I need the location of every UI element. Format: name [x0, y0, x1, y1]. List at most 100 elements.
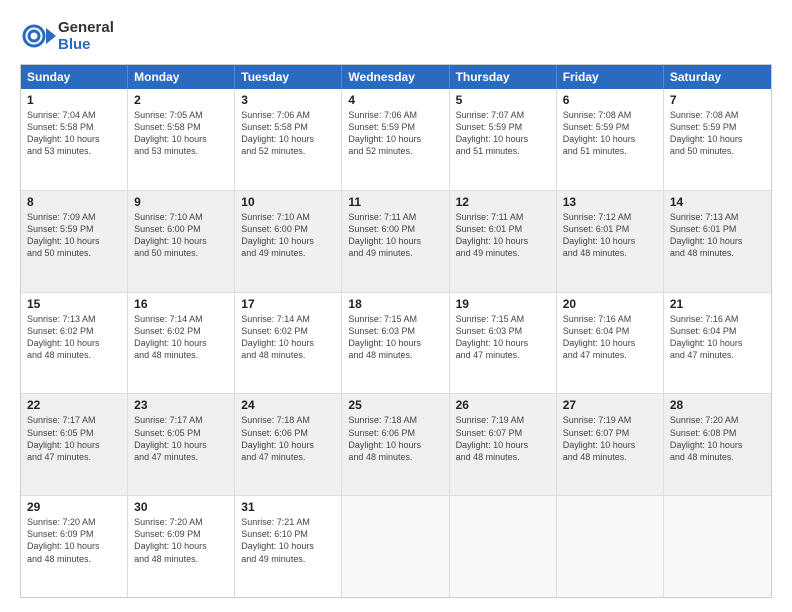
cell-line: and 48 minutes. — [241, 349, 335, 361]
day-number: 24 — [241, 398, 335, 412]
cell-line: Sunrise: 7:06 AM — [241, 109, 335, 121]
cell-line: and 47 minutes. — [563, 349, 657, 361]
cell-line: Sunrise: 7:17 AM — [134, 414, 228, 426]
cell-line: Sunrise: 7:16 AM — [670, 313, 765, 325]
day-number: 7 — [670, 93, 765, 107]
cell-line: Sunset: 6:10 PM — [241, 528, 335, 540]
cal-cell-21-2-6: 21Sunrise: 7:16 AMSunset: 6:04 PMDayligh… — [664, 293, 771, 394]
cell-line: Sunrise: 7:10 AM — [134, 211, 228, 223]
cell-line: Daylight: 10 hours — [27, 337, 121, 349]
cell-line: and 48 minutes. — [134, 349, 228, 361]
cell-line: Sunrise: 7:15 AM — [456, 313, 550, 325]
header-day-wednesday: Wednesday — [342, 65, 449, 89]
day-number: 6 — [563, 93, 657, 107]
cell-line: Sunrise: 7:14 AM — [241, 313, 335, 325]
cal-cell-5-0-4: 5Sunrise: 7:07 AMSunset: 5:59 PMDaylight… — [450, 89, 557, 190]
cal-cell-14-1-6: 14Sunrise: 7:13 AMSunset: 6:01 PMDayligh… — [664, 191, 771, 292]
cal-cell-23-3-1: 23Sunrise: 7:17 AMSunset: 6:05 PMDayligh… — [128, 394, 235, 495]
cell-line: and 50 minutes. — [134, 247, 228, 259]
calendar-row-1: 8Sunrise: 7:09 AMSunset: 5:59 PMDaylight… — [21, 190, 771, 292]
calendar-row-3: 22Sunrise: 7:17 AMSunset: 6:05 PMDayligh… — [21, 393, 771, 495]
cal-cell-19-2-4: 19Sunrise: 7:15 AMSunset: 6:03 PMDayligh… — [450, 293, 557, 394]
cell-line: and 51 minutes. — [456, 145, 550, 157]
cell-line: Daylight: 10 hours — [456, 235, 550, 247]
cell-line: Sunset: 6:02 PM — [134, 325, 228, 337]
cell-line: and 48 minutes. — [348, 451, 442, 463]
cal-cell-17-2-2: 17Sunrise: 7:14 AMSunset: 6:02 PMDayligh… — [235, 293, 342, 394]
cell-line: Sunset: 5:59 PM — [348, 121, 442, 133]
cal-cell-18-2-3: 18Sunrise: 7:15 AMSunset: 6:03 PMDayligh… — [342, 293, 449, 394]
day-number: 1 — [27, 93, 121, 107]
cell-line: and 48 minutes. — [27, 349, 121, 361]
day-number: 3 — [241, 93, 335, 107]
header-day-tuesday: Tuesday — [235, 65, 342, 89]
day-number: 28 — [670, 398, 765, 412]
day-number: 12 — [456, 195, 550, 209]
day-number: 19 — [456, 297, 550, 311]
cal-cell-6-0-5: 6Sunrise: 7:08 AMSunset: 5:59 PMDaylight… — [557, 89, 664, 190]
cell-line: Sunrise: 7:10 AM — [241, 211, 335, 223]
day-number: 16 — [134, 297, 228, 311]
cell-line: Sunset: 5:58 PM — [27, 121, 121, 133]
cell-line: Daylight: 10 hours — [27, 133, 121, 145]
cell-line: and 48 minutes. — [134, 553, 228, 565]
cell-line: and 49 minutes. — [456, 247, 550, 259]
cell-line: and 48 minutes. — [563, 247, 657, 259]
cal-cell-29-4-0: 29Sunrise: 7:20 AMSunset: 6:09 PMDayligh… — [21, 496, 128, 597]
cell-line: Daylight: 10 hours — [670, 439, 765, 451]
cell-line: Sunrise: 7:15 AM — [348, 313, 442, 325]
cell-line: Daylight: 10 hours — [134, 235, 228, 247]
calendar-row-4: 29Sunrise: 7:20 AMSunset: 6:09 PMDayligh… — [21, 495, 771, 597]
cell-line: and 47 minutes. — [241, 451, 335, 463]
cell-line: Daylight: 10 hours — [27, 540, 121, 552]
cell-line: and 52 minutes. — [241, 145, 335, 157]
cell-line: Daylight: 10 hours — [241, 133, 335, 145]
cell-line: Sunset: 6:00 PM — [241, 223, 335, 235]
cal-cell-8-1-0: 8Sunrise: 7:09 AMSunset: 5:59 PMDaylight… — [21, 191, 128, 292]
cell-line: Daylight: 10 hours — [134, 133, 228, 145]
header: General Blue — [20, 18, 772, 54]
cal-cell-10-1-2: 10Sunrise: 7:10 AMSunset: 6:00 PMDayligh… — [235, 191, 342, 292]
cell-line: and 49 minutes. — [348, 247, 442, 259]
cell-line: Sunset: 6:01 PM — [670, 223, 765, 235]
cell-line: Sunset: 6:02 PM — [27, 325, 121, 337]
cal-cell-9-1-1: 9Sunrise: 7:10 AMSunset: 6:00 PMDaylight… — [128, 191, 235, 292]
cell-line: and 48 minutes. — [27, 553, 121, 565]
day-number: 27 — [563, 398, 657, 412]
cal-cell-31-4-2: 31Sunrise: 7:21 AMSunset: 6:10 PMDayligh… — [235, 496, 342, 597]
header-day-monday: Monday — [128, 65, 235, 89]
cell-line: and 53 minutes. — [27, 145, 121, 157]
cal-cell-4-0-3: 4 Sunrise: 7:06 AMSunset: 5:59 PMDaylight… — [342, 89, 449, 190]
cal-cell-empty-4-4 — [450, 496, 557, 597]
cell-line: Sunrise: 7:14 AM — [134, 313, 228, 325]
day-number: 11 — [348, 195, 442, 209]
day-number: 2 — [134, 93, 228, 107]
day-number: 4 — [348, 93, 442, 107]
cell-line: Daylight: 10 hours — [241, 439, 335, 451]
cell-line: Sunset: 6:09 PM — [27, 528, 121, 540]
cell-line: Daylight: 10 hours — [241, 337, 335, 349]
day-number: 13 — [563, 195, 657, 209]
cell-line: Daylight: 10 hours — [348, 133, 442, 145]
cell-line: and 49 minutes. — [241, 247, 335, 259]
cal-cell-3-0-2: 3 Sunrise: 7:06 AMSunset: 5:58 PMDaylight… — [235, 89, 342, 190]
cell-line: and 49 minutes. — [241, 553, 335, 565]
cell-line: Sunrise: 7:04 AM — [27, 109, 121, 121]
cell-line: and 48 minutes. — [670, 247, 765, 259]
cell-line: Sunset: 5:59 PM — [670, 121, 765, 133]
cell-line: Sunrise: 7:20 AM — [134, 516, 228, 528]
cal-cell-7-0-6: 7Sunrise: 7:08 AMSunset: 5:59 PMDaylight… — [664, 89, 771, 190]
cell-line: Sunset: 5:58 PM — [241, 121, 335, 133]
header-day-thursday: Thursday — [450, 65, 557, 89]
cell-line: and 52 minutes. — [348, 145, 442, 157]
cell-line: and 53 minutes. — [134, 145, 228, 157]
day-number: 8 — [27, 195, 121, 209]
cell-line: Daylight: 10 hours — [134, 337, 228, 349]
day-number: 20 — [563, 297, 657, 311]
calendar-header: SundayMondayTuesdayWednesdayThursdayFrid… — [21, 65, 771, 89]
cell-line: Sunset: 6:05 PM — [134, 427, 228, 439]
header-day-saturday: Saturday — [664, 65, 771, 89]
cell-line: Sunrise: 7:06 AM — [348, 109, 442, 121]
cal-cell-30-4-1: 30Sunrise: 7:20 AMSunset: 6:09 PMDayligh… — [128, 496, 235, 597]
cell-line: Sunset: 6:08 PM — [670, 427, 765, 439]
